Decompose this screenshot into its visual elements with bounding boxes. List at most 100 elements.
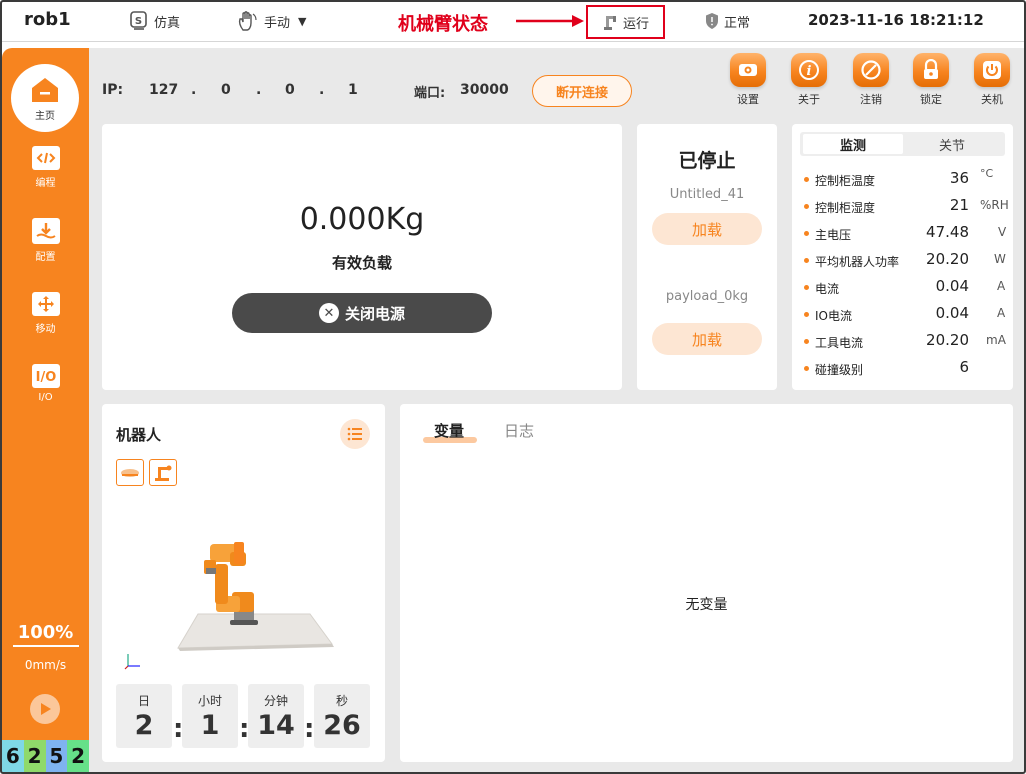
- monitor-row: 碰撞级别 6: [804, 358, 1009, 378]
- timer-minutes: 分钟 14: [248, 684, 304, 748]
- svg-text:I/O: I/O: [35, 370, 56, 384]
- monitor-value: 20.20: [926, 331, 969, 349]
- logout-icon: [853, 53, 889, 87]
- shutdown-label: 关机: [981, 93, 1003, 106]
- about-button[interactable]: i 关于: [784, 53, 834, 107]
- speed-percent[interactable]: 100%: [2, 622, 89, 643]
- sidebar-item-label: 配置: [35, 252, 56, 263]
- port-label: 端口:: [414, 86, 446, 101]
- tab-joints[interactable]: 关节: [902, 134, 1002, 154]
- shield-icon: [704, 12, 720, 30]
- tab-monitor[interactable]: 监测: [803, 134, 903, 154]
- datetime: 2023-11-16 18:21:12: [808, 11, 984, 29]
- ip-octet: 1: [348, 82, 358, 98]
- program-name: Untitled_41: [669, 187, 745, 202]
- ip-separator: .: [256, 82, 262, 98]
- program-status: 已停止: [678, 150, 736, 172]
- status-digit: 5: [45, 740, 68, 772]
- monitor-name: 平均机器人功率: [815, 255, 900, 269]
- bullet-dot: [804, 312, 809, 317]
- timer-value: 26: [323, 710, 361, 741]
- variables-card: 变量 日志 无变量: [400, 404, 1013, 762]
- port-value: 30000: [460, 82, 509, 98]
- robot-title: 机器人: [116, 426, 162, 444]
- io-icon: I/O: [31, 364, 60, 388]
- timer-label: 秒: [335, 694, 348, 708]
- svg-text:i: i: [807, 64, 812, 79]
- move-icon: [31, 292, 60, 316]
- empty-state-text: 无变量: [685, 597, 728, 613]
- hand-icon: [236, 10, 260, 32]
- robot-3d-view[interactable]: [122, 534, 342, 674]
- view-robot-button[interactable]: [149, 459, 177, 486]
- robot-arm-icon: [602, 13, 620, 31]
- timer-value: 1: [200, 710, 220, 741]
- sidebar-item-io[interactable]: I/O I/O: [2, 364, 89, 403]
- monitor-name: 工具电流: [815, 336, 864, 350]
- sidebar-item-move[interactable]: 移动: [2, 292, 89, 335]
- payload-name: payload_0kg: [665, 289, 749, 304]
- config-icon: [31, 218, 60, 244]
- simulation-toggle[interactable]: S 仿真: [128, 10, 180, 32]
- sidebar-item-programming[interactable]: 编程: [2, 146, 89, 189]
- tab-log[interactable]: 日志: [504, 420, 534, 441]
- status-digit: 2: [23, 740, 46, 772]
- safety-status[interactable]: 正常: [704, 10, 750, 32]
- monitor-tabs: 监测 关节: [800, 132, 1005, 156]
- monitor-value: 0.04: [935, 304, 969, 322]
- lock-label: 锁定: [920, 93, 942, 106]
- settings-button[interactable]: 设置: [723, 53, 773, 107]
- bullet-dot: [804, 231, 809, 236]
- run-state-indicator[interactable]: 运行: [586, 5, 665, 39]
- monitor-unit: A: [997, 306, 1006, 320]
- monitor-value: 47.48: [926, 223, 969, 241]
- timer-label: 小时: [197, 694, 222, 708]
- ip-label: IP:: [102, 82, 124, 98]
- shutdown-button[interactable]: 关机: [967, 53, 1017, 107]
- lock-icon: [913, 53, 949, 87]
- monitor-unit: W: [994, 252, 1006, 266]
- timer-label: 分钟: [263, 694, 288, 708]
- mode-label: 手动: [264, 15, 291, 31]
- timer-value: 2: [134, 710, 154, 741]
- monitor-row: IO电流 0.04 A: [804, 304, 1009, 324]
- simulation-label: 仿真: [154, 15, 181, 31]
- logout-button[interactable]: 注销: [846, 53, 896, 107]
- monitor-unit: V: [998, 225, 1007, 239]
- load-program-button[interactable]: 加载: [652, 213, 762, 245]
- sidebar-item-config[interactable]: 配置: [2, 218, 89, 263]
- sidebar: 主页 编程 配置 移动 I/O I/O 100% 0mm/s 6 2 5 2: [2, 48, 89, 772]
- code-icon: [31, 146, 60, 170]
- monitor-unit: mA: [986, 333, 1006, 347]
- power-off-button[interactable]: ✕ 关闭电源: [232, 293, 492, 333]
- arrow-right-icon: [516, 15, 584, 27]
- monitor-unit: A: [997, 279, 1006, 293]
- status-digit: 6: [2, 740, 24, 772]
- mode-dropdown[interactable]: 手动 ▼: [236, 10, 306, 32]
- top-bar: rob1 S 仿真 手动 ▼ 机械臂状态 运行 正常 2023-11-16 18…: [0, 0, 1026, 42]
- monitor-row: 电流 0.04 A: [804, 277, 1009, 297]
- sidebar-item-home[interactable]: 主页: [11, 64, 79, 132]
- monitor-row: 控制柜温度 36 °C: [804, 167, 1009, 189]
- run-state-label: 运行: [622, 16, 649, 32]
- play-icon: [41, 703, 51, 715]
- monitor-unit: %RH: [980, 198, 1009, 212]
- tab-variables[interactable]: 变量: [434, 420, 464, 441]
- play-button[interactable]: [30, 694, 60, 724]
- sidebar-item-label: I/O: [38, 392, 53, 403]
- view-top-button[interactable]: [116, 459, 144, 486]
- disconnect-button[interactable]: 断开连接: [532, 75, 632, 107]
- timer-days: 日 2: [116, 684, 172, 748]
- sidebar-item-label: 编程: [35, 178, 56, 189]
- lock-button[interactable]: 锁定: [906, 53, 956, 107]
- robot-list-button[interactable]: [340, 419, 370, 449]
- program-status-card: 已停止 Untitled_41 加载 payload_0kg 加载: [637, 124, 777, 390]
- monitor-value: 21: [949, 196, 969, 214]
- payload-label: 有效负载: [331, 254, 392, 272]
- timer-value: 14: [257, 710, 295, 741]
- monitor-value: 20.20: [926, 250, 969, 268]
- status-digit-strip: 6 2 5 2: [2, 740, 89, 772]
- home-icon: [32, 77, 58, 102]
- robot-card: 机器人 日 2: 小时 1: 分钟 14: 秒 26: [102, 404, 385, 762]
- load-payload-button[interactable]: 加载: [652, 323, 762, 355]
